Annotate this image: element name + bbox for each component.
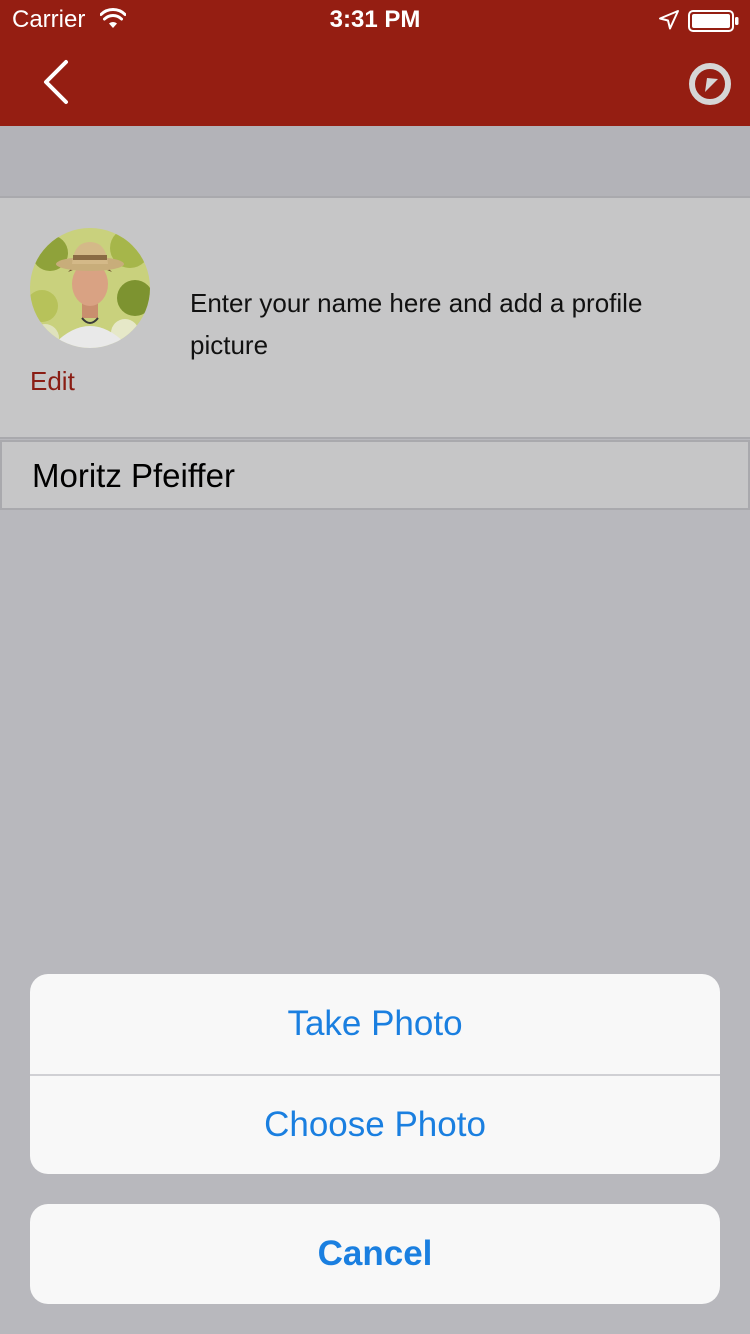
take-photo-button[interactable]: Take Photo: [30, 974, 720, 1074]
compass-icon: [689, 63, 731, 105]
cancel-button[interactable]: Cancel: [30, 1204, 720, 1304]
avatar-image: [30, 228, 150, 348]
edit-photo-link[interactable]: Edit: [30, 364, 75, 398]
profile-avatar[interactable]: [30, 228, 150, 348]
section-spacer: [0, 126, 750, 196]
location-arrow-icon: [659, 10, 679, 30]
name-input[interactable]: [32, 450, 712, 502]
profile-hint-text: Enter your name here and add a profile p…: [190, 288, 643, 360]
status-time: 3:31 PM: [329, 6, 421, 33]
back-button[interactable]: [30, 52, 90, 112]
action-sheet: Take Photo Choose Photo: [30, 974, 720, 1174]
chevron-left-icon: [44, 60, 68, 104]
profile-section: Edit Enter your name here and add a prof…: [0, 196, 750, 439]
status-bar: Carrier 3:31 PM: [0, 0, 750, 40]
name-field-container: [0, 440, 750, 510]
choose-photo-button[interactable]: Choose Photo: [30, 1075, 720, 1174]
compass-button[interactable]: [684, 58, 736, 110]
battery-icon: [688, 10, 739, 32]
navigation-bar: [0, 40, 750, 126]
